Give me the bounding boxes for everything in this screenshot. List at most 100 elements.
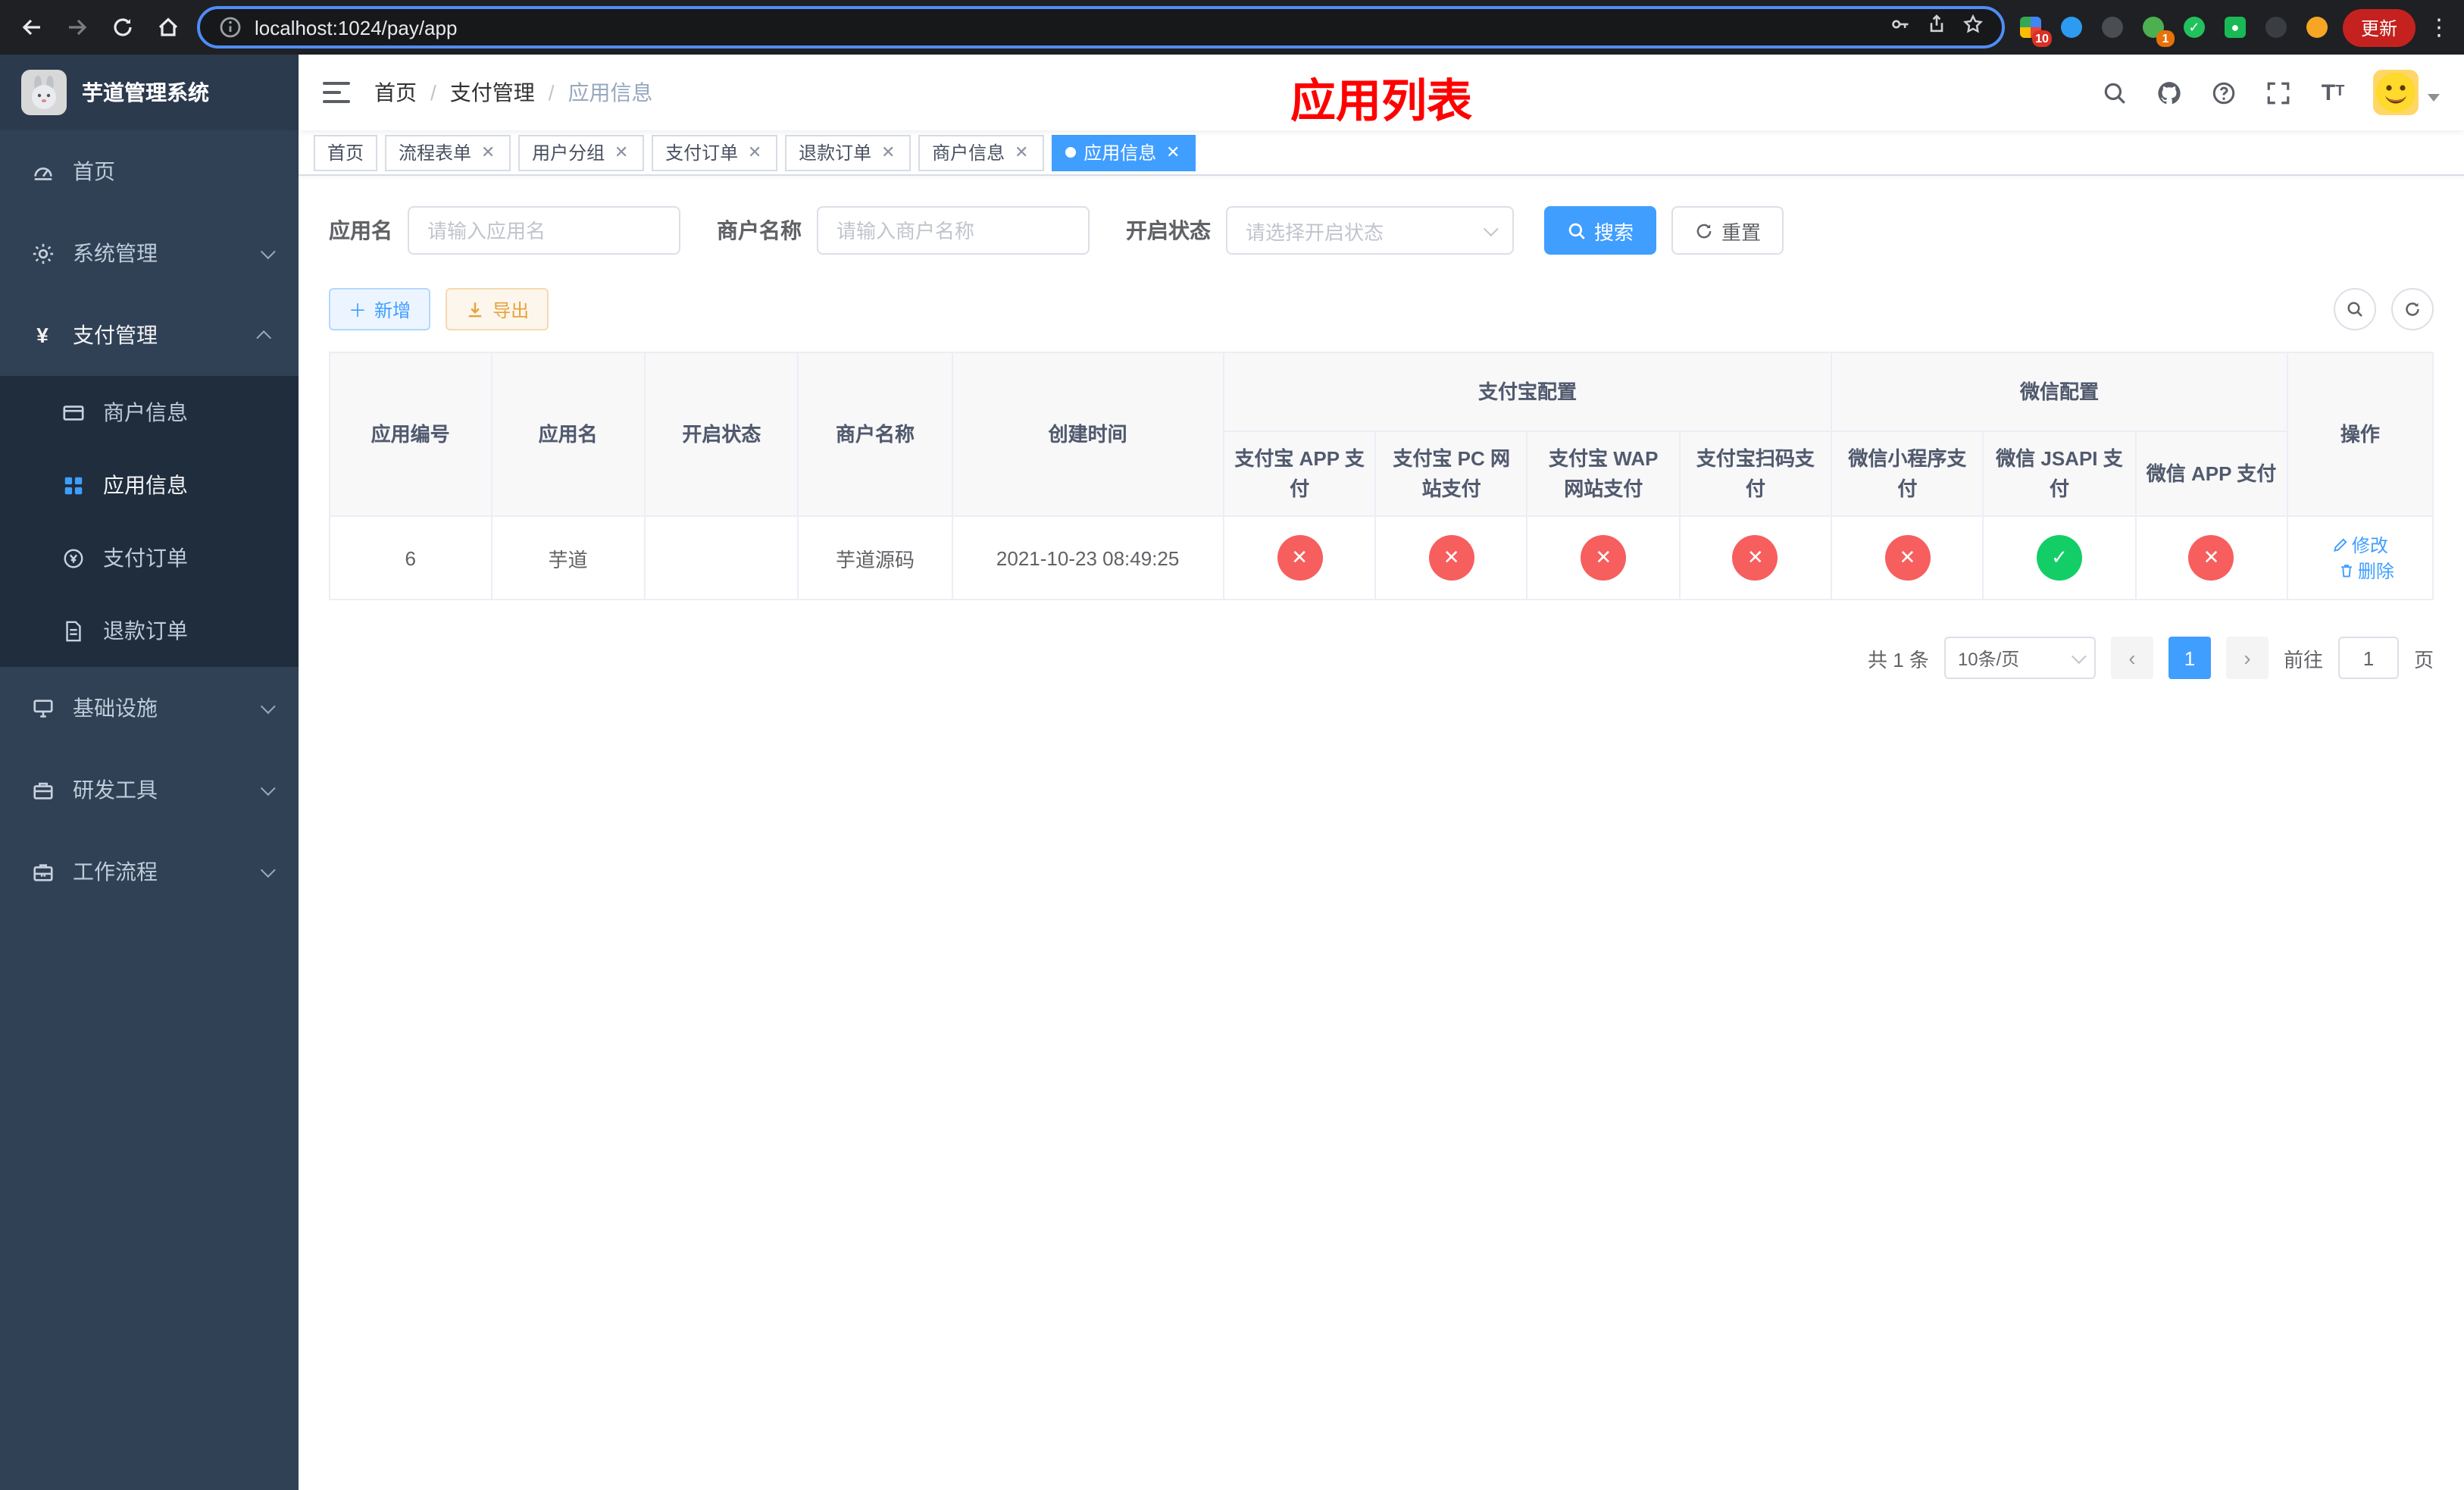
col-wx-app: 微信 APP 支付 (2134, 430, 2288, 517)
extension-chat-icon[interactable]: ● (2222, 14, 2249, 41)
cell-created: 2021-10-23 08:49:25 (951, 515, 1224, 600)
close-icon[interactable]: ✕ (1164, 143, 1182, 162)
tag-user-group[interactable]: 用户分组 ✕ (518, 134, 645, 171)
fullscreen-icon[interactable] (2264, 78, 2293, 107)
reload-icon[interactable] (106, 11, 139, 44)
col-created: 创建时间 (951, 352, 1224, 517)
sidebar-logo[interactable]: 芋道管理系统 (0, 55, 299, 130)
extension-dark-icon[interactable] (2099, 14, 2126, 41)
add-button[interactable]: ＋ 新增 (329, 288, 431, 330)
sidebar-item-infrastructure[interactable]: 基础设施 (0, 667, 299, 749)
chevron-down-icon (260, 862, 276, 878)
table-header-row: 应用编号 应用名 开启状态 商户名称 创建时间 支付宝配置 微信配置 操作 (329, 352, 2434, 517)
address-bar[interactable]: localhost:1024/pay/app (197, 6, 2005, 49)
forward-icon[interactable] (61, 11, 94, 44)
tag-label: 商户信息 (932, 142, 1005, 164)
sidebar-item-home[interactable]: 首页 (0, 130, 299, 212)
cell-alipay-app (1222, 515, 1377, 600)
chevron-down-icon (2071, 648, 2087, 664)
close-icon[interactable]: ✕ (479, 143, 497, 162)
sidebar-item-refund-order[interactable]: 退款订单 (0, 594, 299, 667)
search-button[interactable]: 搜索 (1544, 206, 1657, 255)
delete-link[interactable]: 删除 (2338, 558, 2394, 584)
breadcrumb-pay[interactable]: 支付管理 (450, 77, 535, 108)
tag-merchant-info[interactable]: 商户信息 ✕ (918, 134, 1045, 171)
extension-grid-icon[interactable]: 10 (2017, 14, 2052, 47)
refresh-icon (1696, 223, 1712, 238)
cell-status (644, 515, 799, 600)
app-name-input[interactable] (408, 206, 680, 255)
tag-process-form[interactable]: 流程表单 ✕ (385, 134, 511, 171)
next-page-button[interactable]: › (2225, 637, 2269, 679)
close-icon[interactable]: ✕ (612, 143, 630, 162)
col-app-name: 应用名 (490, 352, 646, 517)
help-icon[interactable] (2209, 78, 2238, 107)
sidebar-item-label: 工作流程 (73, 859, 158, 884)
col-wx-mini: 微信小程序支付 (1831, 430, 1984, 517)
page-unit-label: 页 (2413, 648, 2434, 671)
status-label: 开启状态 (1126, 218, 1211, 243)
col-wx-jsapi: 微信 JSAPI 支付 (1982, 430, 2137, 517)
collapse-sidebar-icon[interactable] (323, 82, 350, 103)
share-icon[interactable] (1926, 13, 1947, 42)
plus-icon: ＋ (349, 299, 367, 321)
status-no-icon (1277, 535, 1323, 581)
bookmark-star-icon[interactable] (1962, 13, 1984, 42)
browser-menu-icon[interactable]: ⋮ (2428, 14, 2450, 41)
edit-icon (2334, 538, 2347, 552)
user-menu[interactable] (2373, 70, 2440, 115)
close-icon[interactable]: ✕ (1012, 143, 1030, 162)
chrome-update-button[interactable]: 更新 (2342, 8, 2416, 46)
extension-avatar-icon[interactable]: 1 (2140, 14, 2175, 47)
cell-alipay-wap (1526, 515, 1681, 600)
tag-refund-order[interactable]: 退款订单 ✕ (785, 134, 911, 171)
briefcase-icon (30, 859, 55, 884)
font-size-icon[interactable]: TT (2319, 78, 2347, 107)
breadcrumb: 首页 / 支付管理 / 应用信息 (374, 77, 653, 108)
extension-emoji-icon[interactable] (2303, 14, 2331, 41)
site-info-icon[interactable] (218, 11, 242, 44)
navbar-actions: TT (2100, 70, 2440, 115)
password-key-icon[interactable] (1890, 13, 1911, 42)
reset-button[interactable]: 重置 (1671, 206, 1784, 255)
tag-home[interactable]: 首页 (314, 134, 378, 171)
github-icon[interactable] (2155, 78, 2184, 107)
sidebar-item-app-info[interactable]: 应用信息 (0, 449, 299, 521)
export-button-label: 导出 (492, 299, 530, 321)
edit-link-label: 修改 (2351, 535, 2388, 556)
close-icon[interactable]: ✕ (746, 143, 764, 162)
back-icon[interactable] (15, 11, 48, 44)
page-size-value: 10条/页 (1957, 648, 2020, 669)
prev-page-button[interactable]: ‹ (2110, 637, 2153, 679)
logo-avatar (21, 70, 67, 115)
sidebar-item-dev-tools[interactable]: 研发工具 (0, 749, 299, 831)
extension-check-icon[interactable]: ✓ (2181, 14, 2208, 41)
status-yes-icon (2036, 535, 2082, 581)
page-size-select[interactable]: 10条/页 (1943, 637, 2096, 679)
sidebar-item-merchant-info[interactable]: 商户信息 (0, 376, 299, 449)
page-1-button[interactable]: 1 (2168, 637, 2211, 679)
export-button[interactable]: 导出 (446, 288, 549, 330)
sidebar-item-pay-order[interactable]: 支付订单 (0, 521, 299, 594)
extension-pin-icon[interactable] (2262, 14, 2290, 41)
tag-app-info[interactable]: 应用信息 ✕ (1052, 134, 1196, 171)
tag-pay-order[interactable]: 支付订单 ✕ (652, 134, 778, 171)
url-text[interactable]: localhost:1024/pay/app (255, 16, 1878, 39)
status-select[interactable]: 请选择开启状态 (1226, 206, 1514, 255)
header-search-icon[interactable] (2100, 78, 2129, 107)
edit-link[interactable]: 修改 (2332, 532, 2388, 558)
merchant-name-input[interactable] (817, 206, 1090, 255)
toggle-search-button[interactable] (2334, 288, 2376, 330)
sidebar-item-system[interactable]: 系统管理 (0, 212, 299, 294)
extension-blue-icon[interactable] (2058, 14, 2085, 41)
sidebar-item-pay[interactable]: ¥ 支付管理 (0, 294, 299, 376)
cell-merchant: 芋道源码 (797, 515, 953, 600)
home-icon[interactable] (152, 11, 185, 44)
close-icon[interactable]: ✕ (879, 143, 897, 162)
top-navbar: 首页 / 支付管理 / 应用信息 TT 应用列表 (299, 55, 2464, 130)
sidebar-item-workflow[interactable]: 工作流程 (0, 831, 299, 912)
table-toolbar: ＋ 新增 导出 (329, 288, 2434, 330)
refresh-table-button[interactable] (2391, 288, 2434, 330)
goto-page-input[interactable] (2337, 637, 2399, 679)
breadcrumb-home[interactable]: 首页 (374, 77, 417, 108)
